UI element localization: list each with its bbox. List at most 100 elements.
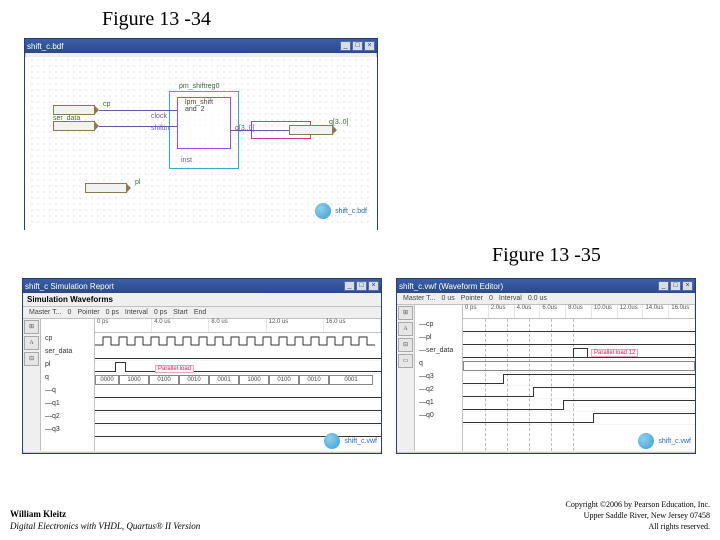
signal-name[interactable]: q (415, 360, 462, 373)
time-tick: 4.0us (515, 305, 541, 318)
window-buttons: _ □ × (340, 41, 375, 51)
toolbar-item[interactable]: Interval (125, 309, 148, 316)
bus-seg: 0001 (329, 375, 373, 385)
window-titlebar: shift_c Simulation Report _ □ × (23, 279, 381, 293)
signal-name: —q3 (415, 373, 462, 386)
sim-waveform-area[interactable]: 0 ps 4.0 us 8.0 us 12.0 us 16.0 us (95, 319, 381, 451)
wave-row (463, 386, 695, 399)
chip-icon (315, 203, 331, 219)
time-tick: 0 ps (95, 319, 152, 332)
sim-left-toolbar: ⊞ A ⊟ ▭ (397, 305, 415, 451)
minimize-button[interactable]: _ (340, 41, 351, 51)
close-button[interactable]: × (364, 41, 375, 51)
author-name: William Kleitz (10, 508, 200, 520)
q-pin-label: q[3..0] (329, 119, 348, 126)
sim-footer-label: shift_c.vwf (658, 438, 691, 445)
tool-button[interactable]: ⊟ (398, 338, 413, 352)
toolbar-item[interactable]: Master T... (29, 309, 62, 316)
toolbar-item[interactable]: Interval (499, 295, 522, 302)
serdata-port[interactable] (53, 121, 95, 131)
close-button[interactable]: × (368, 281, 379, 291)
tool-button[interactable]: A (24, 336, 39, 350)
sim-signal-names: cp ser_data pl q —q —q1 —q2 —q3 (41, 319, 95, 451)
time-tick: 4.0 us (152, 319, 209, 332)
toolbar-item[interactable]: Pointer (461, 295, 483, 302)
toolbar-item[interactable]: Master T... (403, 295, 436, 302)
sim-waveform-area[interactable]: 0 ps 2.0us 4.0us 6.0us 8.0us 10.0us 12.0… (463, 305, 695, 451)
maximize-button[interactable]: □ (356, 281, 367, 291)
figure-35-title: Figure 13 -35 (492, 244, 601, 267)
time-tick: 2.0us (489, 305, 515, 318)
wire (99, 126, 177, 127)
sim-subtitle: Simulation Waveforms (23, 293, 381, 307)
signal-name: —q2 (41, 413, 94, 426)
maximize-button[interactable]: □ (352, 41, 363, 51)
toolbar-item[interactable]: Pointer (77, 309, 99, 316)
toolbar-item: 0 us (442, 295, 455, 302)
sim-footer-label: shift_c.vwf (344, 438, 377, 445)
callout-parallel-load: Parallel load (155, 365, 194, 373)
time-tick: 12.0us (618, 305, 644, 318)
signal-name: —q1 (415, 399, 462, 412)
time-tick: 10.0us (592, 305, 618, 318)
schematic-footer: shift_c.bdf (315, 203, 367, 219)
wave-row (463, 360, 695, 373)
window-title-text: shift_c.bdf (27, 42, 63, 51)
toolbar-item[interactable]: Start (173, 309, 188, 316)
toolbar-item[interactable]: End (194, 309, 206, 316)
tool-button[interactable]: A (398, 322, 413, 336)
tool-button[interactable]: ⊞ (398, 306, 413, 320)
toolbar-item: 0 ps (154, 309, 167, 316)
bus-seg: 0000 (95, 375, 119, 385)
tool-button[interactable]: ⊞ (24, 320, 39, 334)
credits-left: William Kleitz Digital Electronics with … (10, 508, 200, 532)
wire (231, 130, 289, 131)
sim-footer: shift_c.vwf (324, 433, 377, 449)
wave-row (463, 399, 695, 412)
wave-row (95, 413, 381, 426)
window-titlebar: shift_c.vwf (Waveform Editor) _ □ × (397, 279, 695, 293)
maximize-button[interactable]: □ (670, 281, 681, 291)
wire (99, 110, 177, 111)
chip-icon (324, 433, 340, 449)
signal-name: —q0 (415, 412, 462, 425)
time-tick: 16.0 us (324, 319, 381, 332)
credits-right: Copyright ©2006 by Pearson Education, In… (566, 499, 711, 532)
tool-button[interactable]: ▭ (398, 354, 413, 368)
bus-q: 0000 1000 0100 0010 0001 1000 0100 0010 … (95, 374, 381, 386)
bus-seg: 0010 (179, 375, 209, 385)
signal-name[interactable]: q (41, 374, 94, 387)
tool-button[interactable]: ⊟ (24, 352, 39, 366)
minimize-button[interactable]: _ (344, 281, 355, 291)
sim-report-window: shift_c Simulation Report _ □ × Simulati… (22, 278, 382, 454)
window-titlebar: shift_c.bdf _ □ × (25, 39, 377, 53)
instance-label: pm_shiftreg0 (179, 83, 219, 90)
time-tick: 16.0us (669, 305, 695, 318)
schematic-footer-label: shift_c.bdf (335, 208, 367, 215)
window-buttons: _ □ × (658, 281, 693, 291)
wave-row (463, 347, 695, 360)
minimize-button[interactable]: _ (658, 281, 669, 291)
rights-line: All rights reserved. (566, 521, 711, 532)
cp-label: cp (103, 101, 110, 108)
wave-row (463, 321, 695, 334)
wave-row (463, 373, 695, 386)
wave-row (463, 334, 695, 347)
q-port[interactable] (289, 125, 333, 135)
cp-port[interactable] (53, 105, 95, 115)
window-buttons: _ □ × (344, 281, 379, 291)
signal-name: pl (41, 361, 94, 374)
toolbar-item: 0 (489, 295, 493, 302)
book-title: Digital Electronics with VHDL, Quartus® … (10, 520, 200, 532)
waveform-editor-window: shift_c.vwf (Waveform Editor) _ □ × Mast… (396, 278, 696, 454)
sim-signal-names: —cp —pl —ser_data q —q3 —q2 —q1 —q0 (415, 305, 463, 451)
signal-name: —q (41, 387, 94, 400)
bus-seg: 0010 (299, 375, 329, 385)
signal-name: ser_data (41, 348, 94, 361)
pl-port[interactable] (85, 183, 127, 193)
close-button[interactable]: × (682, 281, 693, 291)
sim-grid: ⊞ A ⊟ cp ser_data pl q —q —q1 —q2 —q3 0 … (23, 319, 381, 451)
schematic-canvas[interactable]: pm_shiftreg0 lpm_shiftand 2 clock shifti… (29, 57, 373, 225)
sim-grid: ⊞ A ⊟ ▭ —cp —pl —ser_data q —q3 —q2 —q1 … (397, 305, 695, 451)
wave-row (95, 361, 381, 374)
